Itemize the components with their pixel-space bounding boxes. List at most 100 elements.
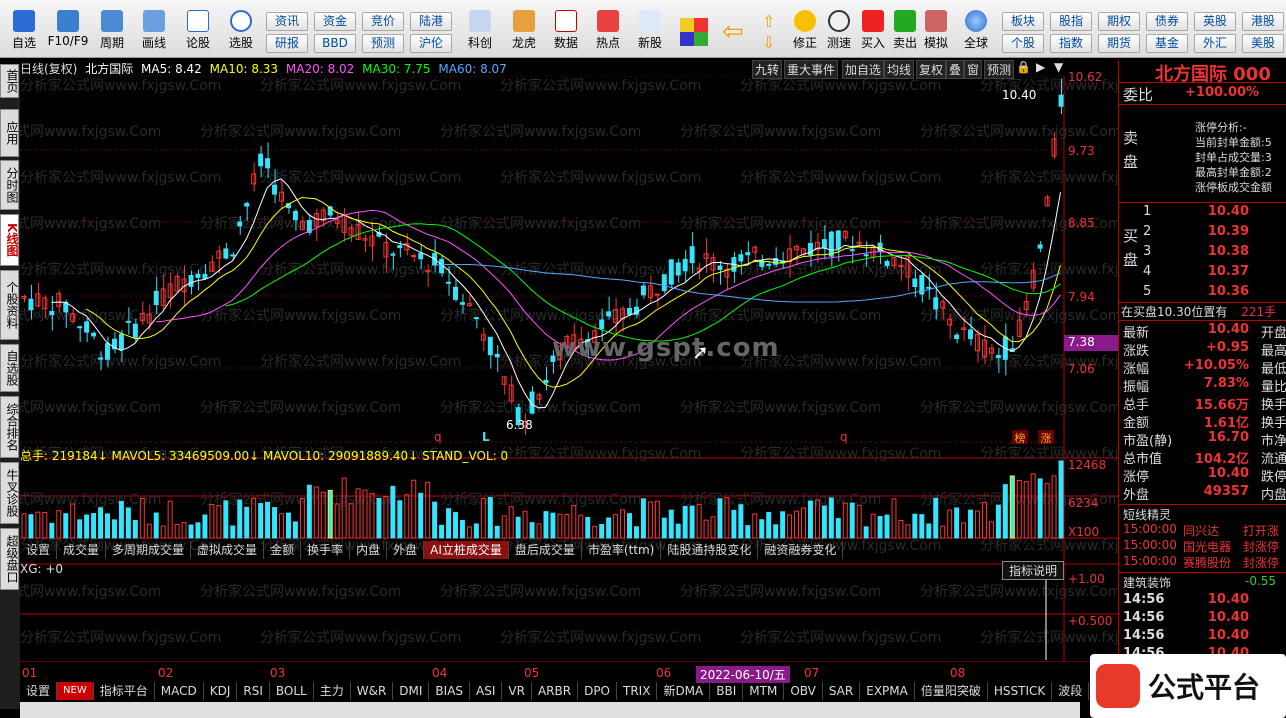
- bonds-button[interactable]: 债券: [1146, 12, 1188, 31]
- indicator-tab[interactable]: EXPMA: [860, 682, 915, 700]
- buy-button[interactable]: 买入: [858, 8, 888, 56]
- hot-button[interactable]: 热点: [588, 8, 628, 56]
- sprite-row[interactable]: 15:00:00 赛腾股份 封涨停: [1119, 554, 1286, 572]
- ma5-label: MA5: 8.42: [141, 62, 202, 76]
- indicator-tab[interactable]: 指标平台: [94, 682, 155, 700]
- news-button[interactable]: 资讯: [266, 12, 308, 31]
- index-button[interactable]: 指数: [1050, 34, 1092, 53]
- down-arrow-icon[interactable]: ⇩: [762, 33, 775, 52]
- volume-tab[interactable]: 设置: [20, 541, 58, 559]
- limit-up-badge[interactable]: 涨: [1038, 430, 1054, 445]
- rank-badge[interactable]: 榜: [1012, 430, 1028, 445]
- sell-button[interactable]: 卖出: [890, 8, 920, 56]
- volume-tab[interactable]: AI立桩成交量: [424, 541, 509, 559]
- capital-button[interactable]: 资金: [314, 12, 356, 31]
- draw-line-button[interactable]: 画线: [136, 8, 172, 56]
- kline-chart[interactable]: 分析家公式网www.fxjgsw.Com 分析家公式网www.fxjgsw.Com…: [20, 76, 1118, 662]
- volume-tab[interactable]: 外盘: [387, 541, 425, 559]
- volume-tab[interactable]: 盘后成交量: [509, 541, 582, 559]
- expand-icon[interactable]: ▶: [1036, 60, 1045, 74]
- indicator-tab[interactable]: BIAS: [429, 682, 471, 700]
- indicator-tab[interactable]: 倍量阳突破: [915, 682, 988, 700]
- volume-tab[interactable]: 融资融券变化: [758, 541, 844, 559]
- dropdown-icon[interactable]: ▼: [1054, 60, 1063, 74]
- forecast-button[interactable]: 预测: [362, 34, 404, 53]
- indicator-tab[interactable]: BOLL: [270, 682, 314, 700]
- cycle-button[interactable]: 周期: [94, 8, 130, 56]
- indicator-tab[interactable]: 新DMA: [657, 682, 711, 700]
- volume-bar: [877, 516, 883, 539]
- bbd-button[interactable]: BBD: [314, 34, 356, 53]
- uk-stocks-button[interactable]: 英股: [1194, 12, 1236, 31]
- volume-tab[interactable]: 市盈率(ttm): [582, 541, 662, 559]
- indicator-explain-button[interactable]: 指标说明: [1002, 561, 1065, 580]
- indicator-tab[interactable]: 设置: [20, 682, 58, 700]
- volume-tab[interactable]: 金额: [264, 541, 302, 559]
- hk-connect-button[interactable]: 陆港: [410, 12, 452, 31]
- global-button[interactable]: 全球: [956, 8, 996, 56]
- indicator-tab[interactable]: DMI: [393, 682, 430, 700]
- lock-icon[interactable]: 🔒: [1016, 60, 1031, 74]
- new-badge[interactable]: NEW: [57, 682, 94, 700]
- volume-tab[interactable]: 内盘: [350, 541, 388, 559]
- star-market-button[interactable]: 科创: [460, 8, 500, 56]
- speed-test-button[interactable]: 测速: [822, 8, 856, 56]
- screener-button[interactable]: 选股: [222, 8, 260, 56]
- nav-apps[interactable]: 应用: [0, 109, 19, 157]
- back-arrow-icon[interactable]: ⇦: [722, 19, 744, 45]
- indicator-tab[interactable]: HSSTICK: [988, 682, 1053, 700]
- up-arrow-icon[interactable]: ⇧: [762, 12, 775, 31]
- indicator-tab[interactable]: ARBR: [532, 682, 579, 700]
- auction-button[interactable]: 竞价: [362, 12, 404, 31]
- indicator-tab[interactable]: 波段: [1052, 682, 1090, 700]
- new-stock-button[interactable]: 新股: [630, 8, 670, 56]
- indicator-tab[interactable]: MACD: [155, 682, 204, 700]
- indicator-tab[interactable]: SAR: [823, 682, 861, 700]
- fix-button[interactable]: 修正: [788, 8, 822, 56]
- sector-name: 建筑装饰: [1123, 576, 1172, 590]
- indicator-tab[interactable]: TRIX: [617, 682, 658, 700]
- discuss-button[interactable]: 论股: [180, 8, 216, 56]
- index-futures-button[interactable]: 股指: [1050, 12, 1092, 31]
- nav-kline[interactable]: K线图: [0, 214, 19, 266]
- hk-stocks-button[interactable]: 港股: [1242, 12, 1284, 31]
- indicator-tab[interactable]: BBI: [710, 682, 744, 700]
- forex-button[interactable]: 外汇: [1194, 34, 1236, 53]
- volume-tab[interactable]: 成交量: [57, 541, 107, 559]
- favorites-button[interactable]: 自选: [4, 8, 44, 56]
- indicator-tab[interactable]: OBV: [784, 682, 823, 700]
- dragon-tiger-button[interactable]: 龙虎: [504, 8, 544, 56]
- futures-button[interactable]: 期货: [1098, 34, 1140, 53]
- us-stocks-button[interactable]: 美股: [1242, 34, 1284, 53]
- individual-stock-button[interactable]: 个股: [1002, 34, 1044, 53]
- nav-home[interactable]: 首页: [0, 64, 19, 98]
- shanghai-london-button[interactable]: 沪伦: [410, 34, 452, 53]
- volume-tab[interactable]: 换手率: [301, 541, 351, 559]
- nav-super-orderbook[interactable]: 超级盘口: [0, 528, 19, 590]
- indicator-tab[interactable]: RSI: [237, 682, 270, 700]
- data-button[interactable]: 数据: [546, 8, 586, 56]
- nav-stock-profile[interactable]: 个股资料: [0, 270, 19, 340]
- layout-grid-icon[interactable]: [680, 18, 708, 46]
- f10-button[interactable]: F10/F9: [44, 8, 92, 56]
- nav-ranking[interactable]: 综合排名: [0, 396, 19, 458]
- sector-button[interactable]: 板块: [1002, 12, 1044, 31]
- nav-diagnosis[interactable]: 牛叉诊股: [0, 462, 19, 524]
- indicator-tab[interactable]: MTM: [743, 682, 785, 700]
- funds-button[interactable]: 基金: [1146, 34, 1188, 53]
- sprite-title[interactable]: 短线精灵: [1123, 506, 1171, 523]
- indicator-tab[interactable]: W&R: [351, 682, 394, 700]
- simulate-button[interactable]: 模拟: [920, 8, 952, 56]
- nav-watchlist[interactable]: 自选股: [0, 344, 19, 392]
- volume-tab[interactable]: 陆股通持股变化: [661, 541, 759, 559]
- volume-tab[interactable]: 虚拟成交量: [191, 541, 265, 559]
- research-button[interactable]: 研报: [266, 34, 308, 53]
- options-button[interactable]: 期权: [1098, 12, 1140, 31]
- indicator-tab[interactable]: 主力: [314, 682, 351, 700]
- nav-timeshare[interactable]: 分时图: [0, 160, 19, 210]
- volume-tab[interactable]: 多周期成交量: [106, 541, 192, 559]
- indicator-tab[interactable]: VR: [502, 682, 532, 700]
- indicator-tab[interactable]: KDJ: [204, 682, 238, 700]
- indicator-tab[interactable]: DPO: [578, 682, 617, 700]
- indicator-tab[interactable]: ASI: [470, 682, 503, 700]
